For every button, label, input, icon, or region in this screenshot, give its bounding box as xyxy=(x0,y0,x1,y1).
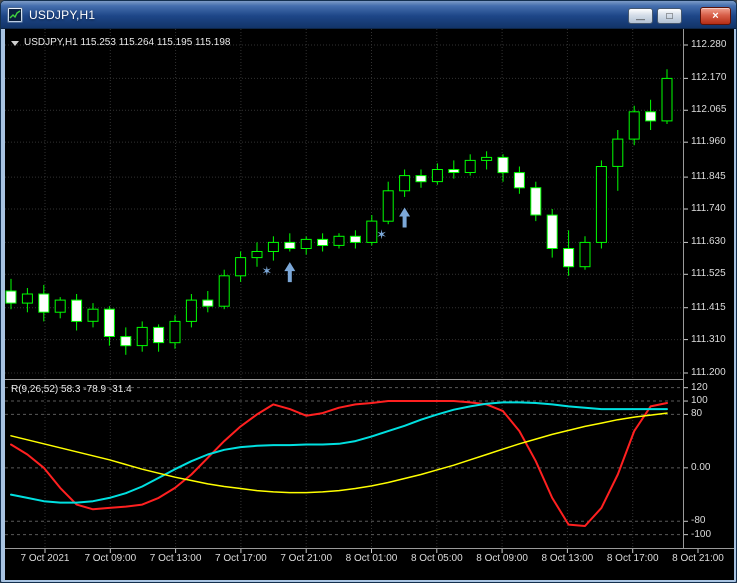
oscillator-line-fast-red xyxy=(10,400,668,527)
time-axis-label: 8 Oct 05:00 xyxy=(410,553,463,564)
candle-body xyxy=(218,275,230,307)
indicator-label: R(9,26,52) 58.3 -78.9 -31.4 xyxy=(11,384,132,395)
candle-body xyxy=(530,187,542,216)
candle-body xyxy=(153,326,165,344)
window-title: USDJPY,H1 xyxy=(29,7,96,22)
candle-body xyxy=(546,214,558,250)
price-axis-label: 112.170 xyxy=(691,72,727,84)
mini-chart-glyph xyxy=(9,8,21,21)
time-axis-label: 8 Oct 13:00 xyxy=(541,553,594,564)
candle-body xyxy=(628,111,640,140)
candle-body xyxy=(399,175,411,192)
chart-window: USDJPY,H1 — □ × ✶ ✶ USDJPY,H1 115.253 115… xyxy=(0,0,737,583)
oscillator-line-slow-yellow xyxy=(10,412,668,494)
ohlc-info-label: USDJPY,H1 115.253 115.264 115.195 115.19… xyxy=(11,37,230,48)
candle-body xyxy=(333,235,345,246)
title-bar[interactable]: USDJPY,H1 — □ × xyxy=(1,1,736,29)
price-axis-label: 111.200 xyxy=(691,367,726,378)
candle-body xyxy=(612,138,624,167)
candle-body xyxy=(579,241,591,268)
price-axis-label: 111.525 xyxy=(691,268,726,280)
close-button[interactable]: × xyxy=(700,7,731,25)
candle-body xyxy=(349,235,361,243)
candle-body xyxy=(317,238,329,246)
star-marker: ✶ xyxy=(261,264,272,279)
price-chart-plot[interactable]: ✶✶ xyxy=(5,29,734,580)
candle-body xyxy=(267,241,279,252)
pane-separator[interactable] xyxy=(5,375,683,383)
time-axis-label: 7 Oct 21:00 xyxy=(280,553,333,564)
candle-body xyxy=(431,169,443,183)
candle-body xyxy=(5,290,17,304)
candle-body xyxy=(513,172,525,189)
price-axis[interactable]: 112.280 112.170 112.065 111.960 111.845 111.7… xyxy=(684,29,734,548)
candle-body xyxy=(497,156,509,174)
chart-client-area: ✶ ✶ USDJPY,H1 115.253 115.264 115.195 115… xyxy=(5,29,734,580)
candle-body xyxy=(87,308,99,322)
candle-body xyxy=(169,320,181,344)
candle-body xyxy=(202,299,214,307)
indicator-axis-label: -100 xyxy=(691,528,712,540)
candle-body xyxy=(21,293,33,304)
price-axis-label: 111.740 xyxy=(691,203,726,214)
candle-body xyxy=(595,166,607,243)
time-axis-label: 7 Oct 17:00 xyxy=(215,553,267,564)
time-axis-label: 8 Oct 21:00 xyxy=(672,553,724,564)
candle-body xyxy=(382,190,394,222)
price-axis-label: 111.630 xyxy=(691,236,726,248)
price-axis-label: 112.065 xyxy=(691,104,727,116)
maximize-button[interactable]: □ xyxy=(657,8,682,24)
candle-body xyxy=(464,159,476,173)
candle-body xyxy=(120,336,132,347)
time-axis-label: 7 Oct 09:00 xyxy=(84,553,137,564)
candle-body xyxy=(661,77,673,122)
close-icon: × xyxy=(712,10,719,22)
price-axis-label: 111.415 xyxy=(691,301,726,313)
candle-body xyxy=(563,248,575,268)
price-axis-label: 111.845 xyxy=(691,171,726,183)
minimize-icon: — xyxy=(636,14,645,24)
time-axis-label: 8 Oct 01:00 xyxy=(345,553,398,564)
time-axis[interactable]: 7 Oct 2021 7 Oct 09:00 7 Oct 13:00 7 Oct 17… xyxy=(5,549,734,580)
candle-body xyxy=(54,299,66,313)
symbol-dropdown-icon[interactable] xyxy=(11,40,19,46)
time-axis-label: 7 Oct 2021 xyxy=(20,553,70,564)
up-arrow-marker xyxy=(284,262,296,283)
candle-body xyxy=(251,251,263,259)
candle-body xyxy=(448,169,460,173)
time-axis-label: 8 Oct 17:00 xyxy=(606,553,659,564)
ohlc-text: USDJPY,H1 115.253 115.264 115.195 115.19… xyxy=(24,37,231,48)
price-axis-label: 111.310 xyxy=(691,333,726,345)
oscillator-line-mid-cyan xyxy=(10,401,668,504)
chart-window-icon xyxy=(7,6,23,23)
candle-body xyxy=(71,299,83,322)
indicator-axis-label: 0.00 xyxy=(691,461,711,473)
star-marker: ✶ xyxy=(376,228,387,243)
time-axis-label: 8 Oct 09:00 xyxy=(476,553,528,564)
indicator-axis-label: -80 xyxy=(691,515,706,527)
candle-body xyxy=(645,111,657,122)
maximize-icon: □ xyxy=(666,10,673,22)
candle-body xyxy=(284,241,296,249)
candle-body xyxy=(103,308,115,338)
candle-body xyxy=(38,293,50,313)
indicator-axis-label: 120 xyxy=(691,381,708,393)
time-axis-label: 7 Oct 13:00 xyxy=(149,553,202,564)
price-axis-label: 112.280 xyxy=(691,39,727,50)
indicator-axis-label: 80 xyxy=(691,408,703,420)
candle-body xyxy=(136,326,148,347)
window-controls: — □ × xyxy=(624,7,731,25)
candle-body xyxy=(481,156,493,161)
price-axis-label: 111.960 xyxy=(691,136,726,148)
indicator-axis-label: 100 xyxy=(691,395,708,407)
candle-body xyxy=(300,238,312,249)
minimize-button[interactable]: — xyxy=(628,8,653,24)
up-arrow-marker xyxy=(399,207,411,228)
candle-body xyxy=(235,257,247,277)
candle-body xyxy=(185,299,197,322)
candle-body xyxy=(415,175,427,183)
